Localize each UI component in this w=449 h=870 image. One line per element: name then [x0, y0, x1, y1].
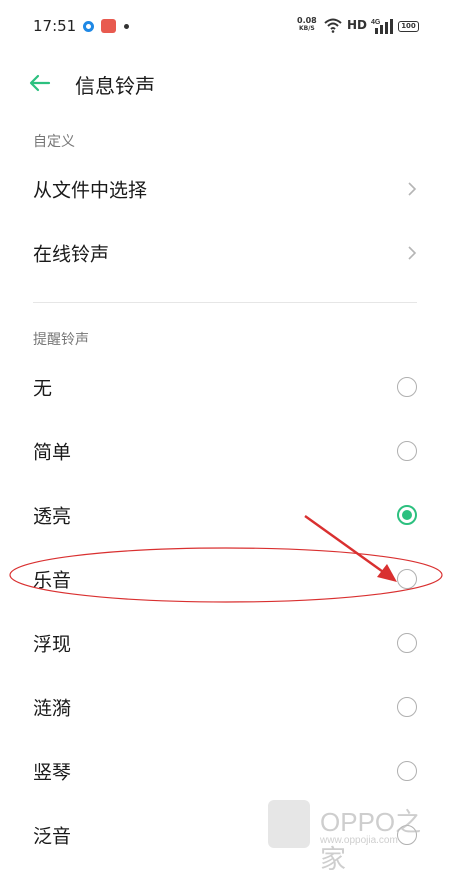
radio-button[interactable]	[397, 761, 417, 781]
signal-icon: 4G	[371, 19, 393, 34]
radio-button[interactable]	[397, 825, 417, 845]
ringtone-option-simple[interactable]: 简单	[0, 419, 449, 483]
ringtone-label: 透亮	[33, 505, 72, 528]
network-speed-value: 0.08	[297, 16, 317, 25]
radio-button[interactable]	[397, 377, 417, 397]
choose-from-file-item[interactable]: 从文件中选择	[0, 157, 449, 221]
radio-button[interactable]	[397, 569, 417, 589]
ringtone-label: 无	[33, 377, 53, 400]
radio-button[interactable]	[397, 441, 417, 461]
online-ringtones-item[interactable]: 在线铃声	[0, 221, 449, 285]
ringtone-label: 竖琴	[33, 761, 72, 784]
ringtone-option-none[interactable]: 无	[0, 355, 449, 419]
radio-button[interactable]	[397, 697, 417, 717]
chevron-right-icon	[408, 182, 417, 196]
choose-from-file-label: 从文件中选择	[33, 179, 148, 202]
ringtone-option-overtone[interactable]: 泛音	[0, 803, 449, 867]
ringtone-option-harp[interactable]: 竖琴	[0, 739, 449, 803]
section-divider	[33, 302, 417, 303]
ringtone-option-emerge[interactable]: 浮现	[0, 611, 449, 675]
hd-indicator: HD	[347, 18, 368, 32]
network-speed: 0.08 KB/S	[297, 17, 317, 33]
radio-button[interactable]	[397, 633, 417, 653]
radio-button-selected[interactable]	[397, 505, 417, 525]
ringtone-label: 浮现	[33, 633, 72, 656]
news-notification-icon	[101, 19, 116, 33]
ringtone-label: 乐音	[33, 569, 72, 592]
wifi-icon	[324, 18, 342, 33]
ringtone-option-music[interactable]: 乐音	[0, 547, 449, 611]
online-ringtones-label: 在线铃声	[33, 243, 110, 266]
status-bar: 17:51 0.08 KB/S HD 4G 100	[0, 0, 449, 56]
app-notification-icon	[83, 21, 94, 32]
ringtone-option-ripple[interactable]: 涟漪	[0, 675, 449, 739]
network-type: 4G	[371, 19, 381, 26]
battery-icon: 100	[398, 21, 419, 32]
ringtone-section-header: 提醒铃声	[33, 332, 89, 348]
back-arrow-icon[interactable]	[28, 71, 52, 95]
ringtone-label: 泛音	[33, 825, 72, 848]
network-speed-unit: KB/S	[299, 25, 315, 32]
ringtone-label: 简单	[33, 441, 72, 464]
more-notifications-icon	[124, 24, 129, 29]
ringtone-option-clear[interactable]: 透亮	[0, 483, 449, 547]
status-time: 17:51	[33, 17, 77, 35]
chevron-right-icon	[408, 246, 417, 260]
custom-section-header: 自定义	[33, 134, 75, 150]
battery-level: 100	[401, 22, 416, 30]
page-title: 信息铃声	[75, 74, 155, 98]
ringtone-label: 涟漪	[33, 697, 72, 720]
